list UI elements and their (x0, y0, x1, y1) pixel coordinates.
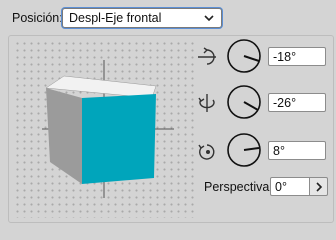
rotate-x-dial[interactable] (226, 38, 262, 74)
rotate-z-row: 8° (196, 130, 336, 170)
perspective-label: Perspectiva: (204, 180, 273, 194)
rotate-y-axis-icon (198, 94, 215, 112)
rotate-x-row: -18° (196, 36, 336, 76)
perspective-input[interactable]: 0° (270, 177, 310, 196)
rotate-x-axis-icon (198, 47, 216, 65)
rotate-y-input[interactable]: -26° (268, 93, 326, 112)
cube-front-face (82, 94, 156, 184)
rotate-z-axis-icon (198, 144, 215, 160)
cube-side-face (46, 88, 82, 184)
position-dropdown[interactable]: Despl-Eje frontal (62, 8, 222, 28)
rotate-y-row: -26° (196, 82, 336, 122)
perspective-slider-button[interactable] (309, 177, 328, 196)
rotate-x-input[interactable]: -18° (268, 47, 326, 66)
rotate-z-dial[interactable] (226, 132, 262, 168)
cube-preview[interactable] (14, 40, 194, 218)
chevron-down-icon (204, 15, 214, 22)
chevron-right-icon (316, 182, 323, 192)
rotate-y-dial[interactable] (226, 84, 262, 120)
position-dropdown-value: Despl-Eje frontal (69, 11, 162, 25)
rotate-z-input[interactable]: 8° (268, 141, 326, 160)
position-label: Posición: (12, 11, 63, 25)
